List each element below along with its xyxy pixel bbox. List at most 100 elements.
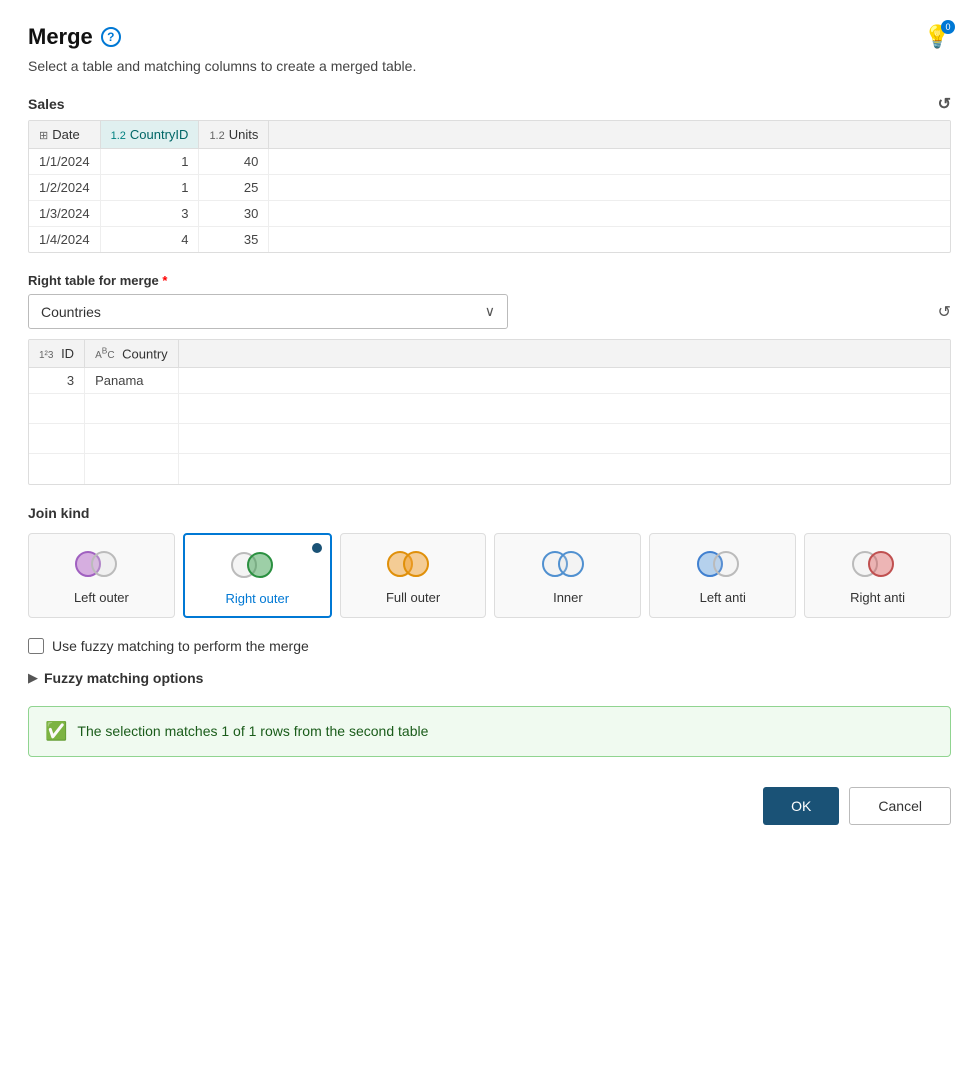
- success-banner: ✅ The selection matches 1 of 1 rows from…: [28, 706, 951, 757]
- countries-table: 1²3 ID ABC Country 3 Panama: [29, 340, 950, 484]
- success-checkmark-icon: ✅: [45, 721, 67, 742]
- join-card-inner[interactable]: Inner: [494, 533, 641, 618]
- fuzzy-checkbox-label[interactable]: Use fuzzy matching to perform the merge: [52, 638, 309, 654]
- empty-cell: [85, 394, 179, 424]
- full-outer-venn: [387, 548, 439, 580]
- table-row: 3 Panama: [29, 368, 950, 394]
- dropdown-value: Countries: [41, 304, 101, 320]
- date-cell: 1/2/2024: [29, 175, 100, 201]
- countries-table-wrapper: 1²3 ID ABC Country 3 Panama: [28, 339, 951, 485]
- empty-cell: [29, 454, 85, 484]
- units-cell: 40: [199, 149, 269, 175]
- empty-row: [29, 454, 950, 484]
- left-anti-venn: [697, 548, 749, 580]
- country-col-icon: ABC: [95, 350, 114, 361]
- right-outer-label: Right outer: [225, 591, 289, 606]
- table-row: 1/1/2024 1 40: [29, 149, 950, 175]
- fuzzy-checkbox[interactable]: [28, 638, 44, 654]
- fuzzy-options-label: Fuzzy matching options: [44, 670, 203, 686]
- table-row: 1/4/2024 4 35: [29, 227, 950, 253]
- left-outer-venn: [75, 548, 127, 580]
- join-kind-grid: Left outer Right outer Full outer Inner …: [28, 533, 951, 618]
- help-icon[interactable]: ?: [101, 27, 121, 47]
- countries-col-empty: [178, 340, 950, 368]
- right-outer-venn: [231, 549, 283, 581]
- empty-cell: [269, 175, 950, 201]
- sales-col-empty: [269, 121, 950, 149]
- fuzzy-options-row[interactable]: ▶ Fuzzy matching options: [28, 670, 951, 686]
- id-cell: 3: [29, 368, 85, 394]
- join-card-left-outer[interactable]: Left outer: [28, 533, 175, 618]
- required-star: *: [162, 273, 167, 288]
- success-message: The selection matches 1 of 1 rows from t…: [77, 723, 428, 739]
- empty-cell: [269, 227, 950, 253]
- countries-col-country[interactable]: ABC Country: [85, 340, 179, 368]
- sales-table-wrapper: ⊞Date 1.2CountryID 1.2Units 1/1/2024 1 4…: [28, 120, 951, 253]
- sales-table: ⊞Date 1.2CountryID 1.2Units 1/1/2024 1 4…: [29, 121, 950, 252]
- countryid-cell: 4: [100, 227, 199, 253]
- header: Merge ? 💡 0: [28, 24, 951, 50]
- empty-cell: [29, 394, 85, 424]
- id-col-icon: 1²3: [39, 350, 53, 361]
- join-card-right-anti[interactable]: Right anti: [804, 533, 951, 618]
- inner-venn: [542, 548, 594, 580]
- empty-cell: [269, 149, 950, 175]
- title-group: Merge ?: [28, 24, 121, 50]
- units-cell: 30: [199, 201, 269, 227]
- date-cell: 1/3/2024: [29, 201, 100, 227]
- join-card-right-outer[interactable]: Right outer: [183, 533, 332, 618]
- empty-cell: [85, 454, 179, 484]
- ok-button[interactable]: OK: [763, 787, 839, 825]
- empty-cell: [178, 424, 950, 454]
- right-anti-venn: [852, 548, 904, 580]
- left-anti-label: Left anti: [700, 590, 746, 605]
- empty-row: [29, 424, 950, 454]
- sales-refresh-icon[interactable]: ↺: [938, 94, 951, 114]
- full-outer-label: Full outer: [386, 590, 440, 605]
- fuzzy-options-chevron-icon: ▶: [28, 670, 38, 686]
- empty-cell: [178, 368, 950, 394]
- units-cell: 35: [199, 227, 269, 253]
- date-cell: 1/4/2024: [29, 227, 100, 253]
- sales-col-countryid[interactable]: 1.2CountryID: [100, 121, 199, 149]
- countryid-cell: 3: [100, 201, 199, 227]
- join-card-full-outer[interactable]: Full outer: [340, 533, 487, 618]
- lightbulb-badge: 0: [941, 20, 955, 34]
- cancel-button[interactable]: Cancel: [849, 787, 951, 825]
- countryid-cell: 1: [100, 149, 199, 175]
- table-row: 1/2/2024 1 25: [29, 175, 950, 201]
- empty-cell: [29, 424, 85, 454]
- date-cell: 1/1/2024: [29, 149, 100, 175]
- countryid-col-icon: 1.2: [111, 130, 126, 142]
- fuzzy-row: Use fuzzy matching to perform the merge: [28, 638, 951, 654]
- sales-col-date[interactable]: ⊞Date: [29, 121, 100, 149]
- inner-label: Inner: [553, 590, 583, 605]
- empty-cell: [85, 424, 179, 454]
- right-table-label: Right table for merge *: [28, 273, 951, 288]
- units-cell: 25: [199, 175, 269, 201]
- table-row: 1/3/2024 3 30: [29, 201, 950, 227]
- country-cell: Panama: [85, 368, 179, 394]
- date-col-icon: ⊞: [39, 130, 48, 142]
- dropdown-row: Countries ∨ ↺: [28, 294, 951, 329]
- join-kind-label: Join kind: [28, 505, 951, 521]
- empty-cell: [178, 454, 950, 484]
- subtitle: Select a table and matching columns to c…: [28, 58, 951, 74]
- lightbulb-button[interactable]: 💡 0: [924, 24, 951, 50]
- units-col-icon: 1.2: [209, 130, 224, 142]
- countryid-cell: 1: [100, 175, 199, 201]
- dropdown-arrow-icon: ∨: [485, 303, 495, 320]
- empty-cell: [178, 394, 950, 424]
- left-outer-label: Left outer: [74, 590, 129, 605]
- countries-col-id[interactable]: 1²3 ID: [29, 340, 85, 368]
- sales-col-units[interactable]: 1.2Units: [199, 121, 269, 149]
- right-table-dropdown[interactable]: Countries ∨: [28, 294, 508, 329]
- page-title: Merge: [28, 24, 93, 50]
- join-card-left-anti[interactable]: Left anti: [649, 533, 796, 618]
- sales-section-header: Sales ↺: [28, 94, 951, 114]
- footer-buttons: OK Cancel: [28, 787, 951, 825]
- right-anti-label: Right anti: [850, 590, 905, 605]
- selected-indicator: [310, 541, 324, 555]
- empty-cell: [269, 201, 950, 227]
- right-table-refresh-icon[interactable]: ↺: [938, 302, 951, 322]
